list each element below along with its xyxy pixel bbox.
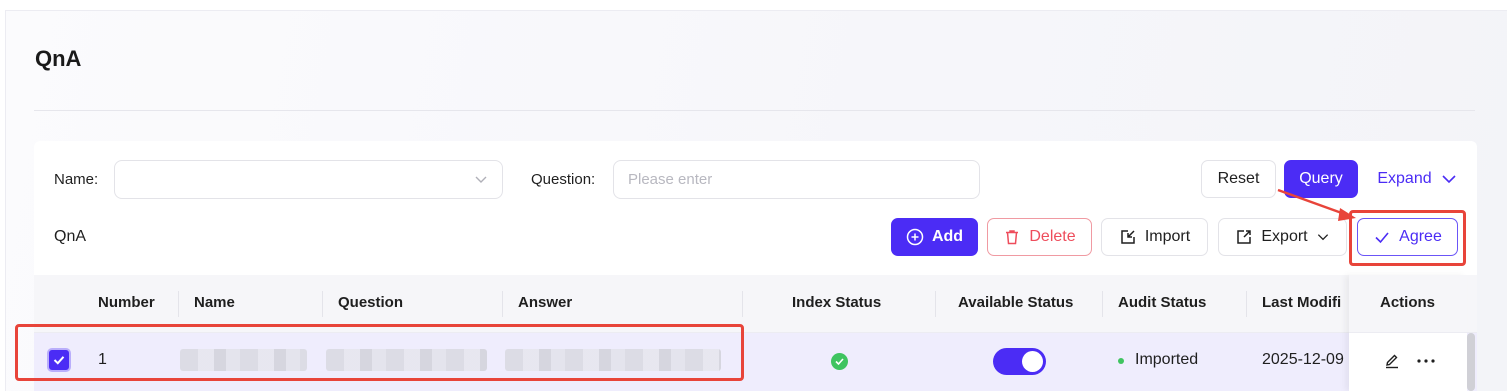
name-select[interactable] — [114, 160, 503, 199]
chevron-down-icon — [1317, 234, 1328, 241]
page-title: QnA — [35, 46, 82, 71]
question-input[interactable] — [613, 160, 980, 199]
audit-status-dot — [1118, 358, 1124, 364]
name-filter-label: Name: — [54, 171, 99, 188]
trash-icon — [1006, 230, 1019, 245]
section-label: QnA — [54, 228, 87, 245]
column-header-last-modified[interactable]: Last Modifi — [1262, 294, 1341, 311]
export-button[interactable]: Export — [1218, 218, 1347, 256]
question-filter-label: Question: — [531, 171, 596, 188]
available-status-toggle[interactable] — [993, 348, 1046, 375]
column-header-available-status[interactable]: Available Status — [958, 294, 1073, 311]
column-divider — [178, 291, 179, 317]
column-header-question[interactable]: Question — [338, 294, 403, 311]
cell-answer-redacted — [505, 349, 721, 371]
delete-button[interactable]: Delete — [987, 218, 1092, 256]
query-button[interactable]: Query — [1284, 160, 1358, 198]
chevron-down-icon — [475, 176, 487, 183]
question-input-field[interactable] — [614, 161, 979, 198]
column-divider — [742, 291, 743, 317]
row-checkbox[interactable] — [47, 348, 71, 372]
cell-number: 1 — [98, 351, 107, 368]
column-divider — [322, 291, 323, 317]
column-header-actions: Actions — [1380, 294, 1436, 311]
check-icon — [53, 356, 65, 365]
vertical-scrollbar[interactable] — [1467, 333, 1475, 391]
import-icon — [1121, 230, 1135, 244]
column-header-name[interactable]: Name — [194, 294, 235, 311]
check-icon — [1375, 232, 1389, 244]
edit-icon[interactable] — [1383, 352, 1401, 370]
cell-name-redacted — [180, 349, 307, 371]
column-divider — [1246, 291, 1247, 317]
agree-button[interactable]: Agree — [1357, 218, 1458, 256]
add-button[interactable]: Add — [891, 218, 978, 256]
column-header-index-status[interactable]: Index Status — [792, 294, 881, 311]
cell-audit-status: Imported — [1135, 351, 1199, 368]
more-icon[interactable] — [1416, 352, 1436, 370]
toggle-knob — [1022, 351, 1043, 372]
plus-circle-icon — [906, 228, 924, 246]
actions-column — [1349, 275, 1467, 391]
expand-button[interactable]: Expand — [1370, 160, 1465, 198]
chevron-down-icon — [1442, 175, 1456, 184]
cell-last-modified: 2025-12-09 — [1262, 351, 1344, 368]
column-header-audit-status[interactable]: Audit Status — [1118, 294, 1206, 311]
column-header-number[interactable]: Number — [98, 294, 155, 311]
export-icon — [1237, 230, 1252, 244]
cell-question-redacted — [326, 349, 487, 371]
import-button[interactable]: Import — [1101, 218, 1208, 256]
column-divider — [502, 291, 503, 317]
index-status-success-icon — [831, 353, 848, 370]
column-divider — [935, 291, 936, 317]
column-header-answer[interactable]: Answer — [518, 294, 572, 311]
column-divider — [1102, 291, 1103, 317]
reset-button[interactable]: Reset — [1201, 160, 1276, 198]
table-header — [34, 275, 1477, 333]
divider — [34, 110, 1475, 111]
